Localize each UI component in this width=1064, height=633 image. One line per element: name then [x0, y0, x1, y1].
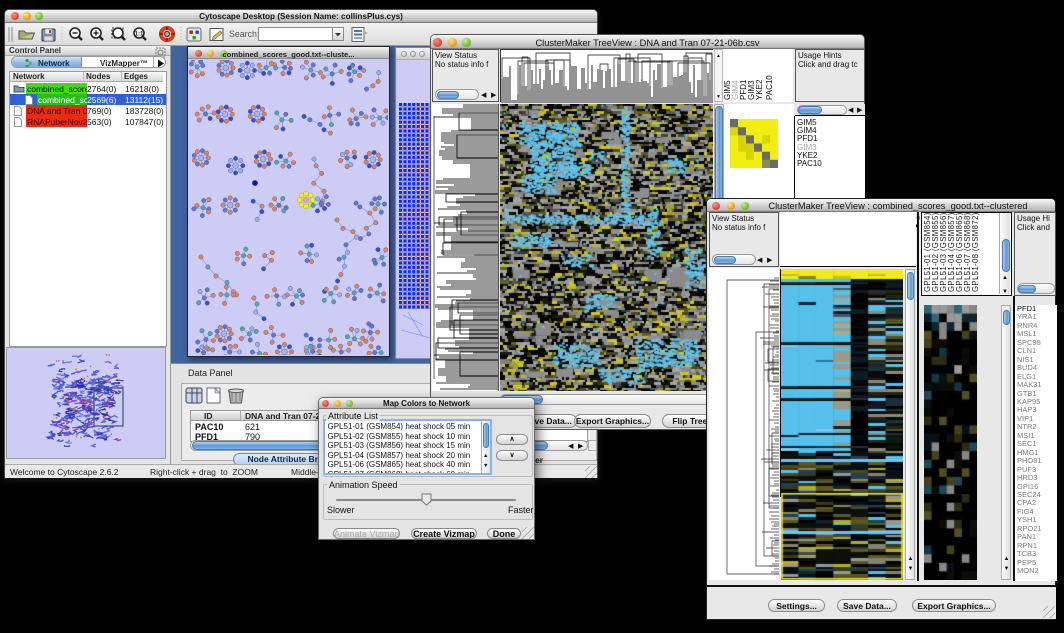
svg-text:GPL51-08 (GSM872): GPL51-08 (GSM872) — [971, 213, 980, 292]
svg-text:Search:: Search: — [229, 29, 259, 39]
svg-text:PAC10: PAC10 — [765, 75, 774, 100]
svg-text:YKE2: YKE2 — [755, 79, 764, 100]
svg-text:1:1: 1:1 — [135, 32, 144, 38]
